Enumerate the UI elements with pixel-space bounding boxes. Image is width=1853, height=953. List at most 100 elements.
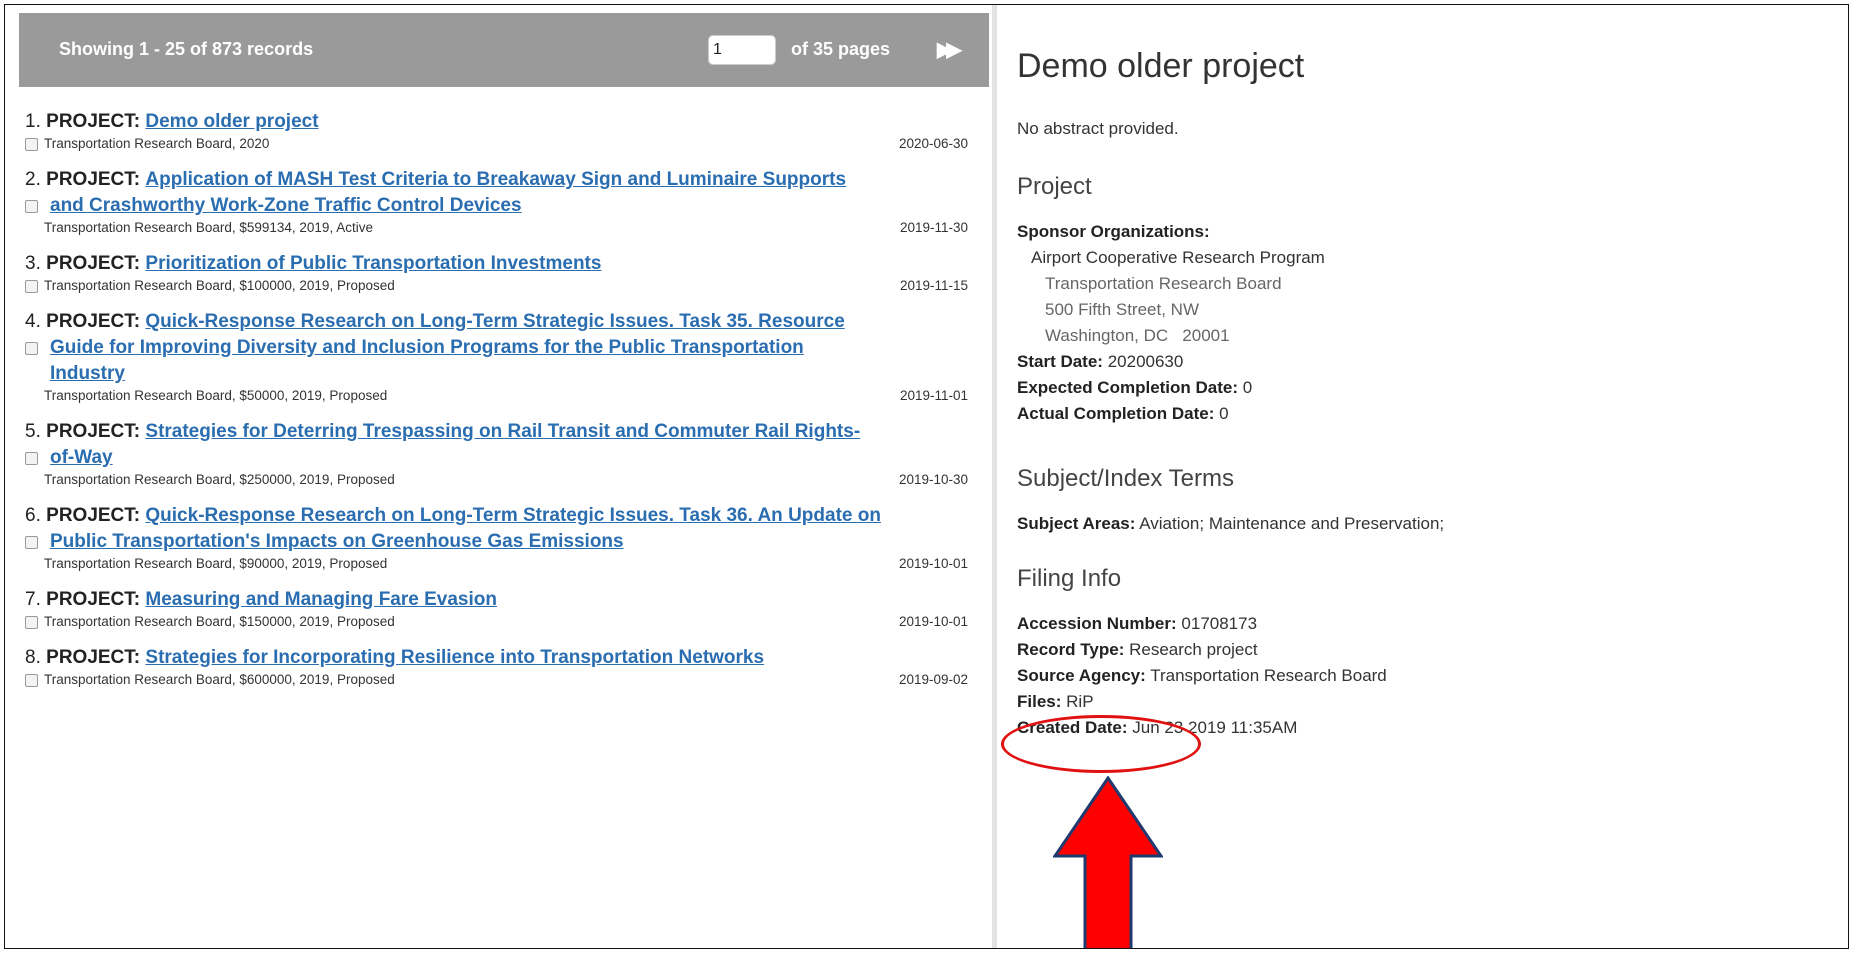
- result-number: 6.: [25, 505, 41, 526]
- result-title-link[interactable]: and Crashworthy Work-Zone Traffic Contro…: [50, 195, 522, 216]
- sponsor-city: Washington, DC 20001: [1045, 326, 1230, 345]
- result-date: 2019-11-15: [899, 278, 968, 293]
- result-item: 6. PROJECT: Quick-Response Research on L…: [19, 503, 984, 573]
- result-type-label: PROJECT:: [46, 505, 141, 526]
- result-type-label: PROJECT:: [46, 647, 141, 668]
- result-type-label: PROJECT:: [46, 421, 141, 442]
- files-row: Files: RiP: [1017, 692, 1094, 711]
- result-number: 3.: [25, 253, 41, 274]
- sponsor-street: 500 Fifth Street, NW: [1045, 300, 1199, 319]
- abstract-text: No abstract provided.: [1017, 119, 1179, 138]
- result-title-link[interactable]: Application of MASH Test Criteria to Bre…: [145, 169, 846, 190]
- result-title-link[interactable]: of-Way: [50, 447, 113, 468]
- start-date-row: Start Date: 20200630: [1017, 352, 1184, 371]
- expected-completion-row: Expected Completion Date: 0: [1017, 378, 1253, 397]
- filing-heading: Filing Info: [1017, 565, 1122, 592]
- result-heading: 4. PROJECT: Quick-Response Research on L…: [19, 309, 984, 387]
- results-header-bar: Showing 1 - 25 of 873 records of 35 page…: [19, 13, 989, 87]
- result-title-link[interactable]: Strategies for Deterring Trespassing on …: [145, 421, 860, 442]
- result-date: 2019-09-02: [898, 672, 968, 687]
- result-checkbox[interactable]: [25, 200, 38, 213]
- result-checkbox[interactable]: [25, 536, 38, 549]
- result-heading: 7. PROJECT: Measuring and Managing Fare …: [19, 587, 984, 613]
- result-type-label: PROJECT:: [46, 589, 141, 610]
- result-title-link[interactable]: Prioritization of Public Transportation …: [145, 253, 601, 274]
- result-number: 1.: [25, 111, 41, 132]
- result-number: 8.: [25, 647, 41, 668]
- result-title-link[interactable]: Quick-Response Research on Long-Term Str…: [145, 311, 844, 332]
- result-type-label: PROJECT:: [46, 311, 141, 332]
- result-item: 7. PROJECT: Measuring and Managing Fare …: [19, 587, 984, 631]
- source-agency-row: Source Agency: Transportation Research B…: [1017, 666, 1387, 685]
- accession-row: Accession Number: 01708173: [1017, 614, 1258, 633]
- arrow-up-icon: [1053, 776, 1163, 948]
- result-heading: 6. PROJECT: Quick-Response Research on L…: [19, 503, 984, 555]
- result-meta: Transportation Research Board, $599134, …: [19, 219, 984, 237]
- result-type-label: PROJECT:: [46, 169, 141, 190]
- result-item: 8. PROJECT: Strategies for Incorporating…: [19, 645, 984, 689]
- record-type-row: Record Type: Research project: [1017, 640, 1258, 659]
- highlight-ellipse: [1001, 715, 1201, 773]
- result-meta-text: Transportation Research Board, $100000, …: [44, 278, 395, 293]
- sponsor-label: Sponsor Organizations:: [1017, 222, 1210, 241]
- result-title-link[interactable]: Guide for Improving Diversity and Inclus…: [50, 337, 804, 358]
- result-date: 2019-11-30: [899, 220, 968, 235]
- result-meta: Transportation Research Board, $600000, …: [19, 671, 984, 689]
- result-checkbox[interactable]: [25, 342, 38, 355]
- sponsor-org: Transportation Research Board: [1045, 274, 1282, 293]
- result-meta-text: Transportation Research Board, $600000, …: [44, 672, 395, 687]
- result-date: 2020-06-30: [898, 136, 968, 151]
- results-panel: Showing 1 - 25 of 873 records of 35 page…: [19, 13, 989, 948]
- result-title-link[interactable]: Quick-Response Research on Long-Term Str…: [145, 505, 881, 526]
- result-meta: Transportation Research Board, $250000, …: [19, 471, 984, 489]
- result-title-link[interactable]: Industry: [50, 363, 125, 384]
- result-title-link[interactable]: Measuring and Managing Fare Evasion: [145, 589, 497, 610]
- result-date: 2019-10-01: [898, 556, 968, 571]
- result-heading: 8. PROJECT: Strategies for Incorporating…: [19, 645, 984, 671]
- result-title-link[interactable]: Public Transportation's Impacts on Green…: [50, 531, 624, 552]
- result-number: 5.: [25, 421, 41, 442]
- page-number-input[interactable]: [708, 35, 776, 65]
- panel-divider: [992, 5, 997, 948]
- result-meta-text: Transportation Research Board, $150000, …: [44, 614, 395, 629]
- result-meta: Transportation Research Board, $100000, …: [19, 277, 984, 295]
- result-heading: 2. PROJECT: Application of MASH Test Cri…: [19, 167, 984, 219]
- result-item: 4. PROJECT: Quick-Response Research on L…: [19, 309, 984, 405]
- result-item: 3. PROJECT: Prioritization of Public Tra…: [19, 251, 984, 295]
- result-meta-text: Transportation Research Board, $599134, …: [44, 220, 373, 235]
- subject-heading: Subject/Index Terms: [1017, 465, 1234, 492]
- result-meta-text: Transportation Research Board, $250000, …: [44, 472, 395, 487]
- result-checkbox[interactable]: [25, 452, 38, 465]
- result-type-label: PROJECT:: [46, 111, 141, 132]
- actual-completion-row: Actual Completion Date: 0: [1017, 404, 1229, 423]
- pages-label: of 35 pages: [791, 39, 891, 59]
- records-count: Showing 1 - 25 of 873 records: [59, 39, 314, 59]
- result-type-label: PROJECT:: [46, 253, 141, 274]
- result-title-link[interactable]: Demo older project: [145, 111, 318, 132]
- result-meta: Transportation Research Board, $50000, 2…: [19, 387, 984, 405]
- result-meta-text: Transportation Research Board, 2020: [44, 136, 270, 151]
- results-list: 1. PROJECT: Demo older project Transporta…: [19, 109, 984, 703]
- result-number: 4.: [25, 311, 41, 332]
- result-meta-text: Transportation Research Board, $90000, 2…: [44, 556, 388, 571]
- result-date: 2019-10-30: [898, 472, 968, 487]
- result-heading: 3. PROJECT: Prioritization of Public Tra…: [19, 251, 984, 277]
- result-item: 1. PROJECT: Demo older project Transporta…: [19, 109, 984, 153]
- result-meta: Transportation Research Board, $90000, 2…: [19, 555, 984, 573]
- result-heading: 5. PROJECT: Strategies for Deterring Tre…: [19, 419, 984, 471]
- result-heading: 1. PROJECT: Demo older project: [19, 109, 984, 135]
- result-meta-text: Transportation Research Board, $50000, 2…: [44, 388, 388, 403]
- result-item: 2. PROJECT: Application of MASH Test Cri…: [19, 167, 984, 237]
- result-title-link[interactable]: Strategies for Incorporating Resilience …: [145, 647, 764, 668]
- result-item: 5. PROJECT: Strategies for Deterring Tre…: [19, 419, 984, 489]
- detail-title: Demo older project: [1017, 47, 1305, 85]
- result-date: 2019-10-01: [898, 614, 968, 629]
- result-meta: Transportation Research Board, $150000, …: [19, 613, 984, 631]
- result-number: 7.: [25, 589, 41, 610]
- result-date: 2019-11-01: [899, 388, 968, 403]
- fast-forward-icon[interactable]: ▶▶: [937, 37, 962, 62]
- sponsor-name: Airport Cooperative Research Program: [1031, 248, 1325, 267]
- result-number: 2.: [25, 169, 41, 190]
- screenshot-frame: Showing 1 - 25 of 873 records of 35 page…: [4, 4, 1849, 949]
- project-heading: Project: [1017, 173, 1092, 200]
